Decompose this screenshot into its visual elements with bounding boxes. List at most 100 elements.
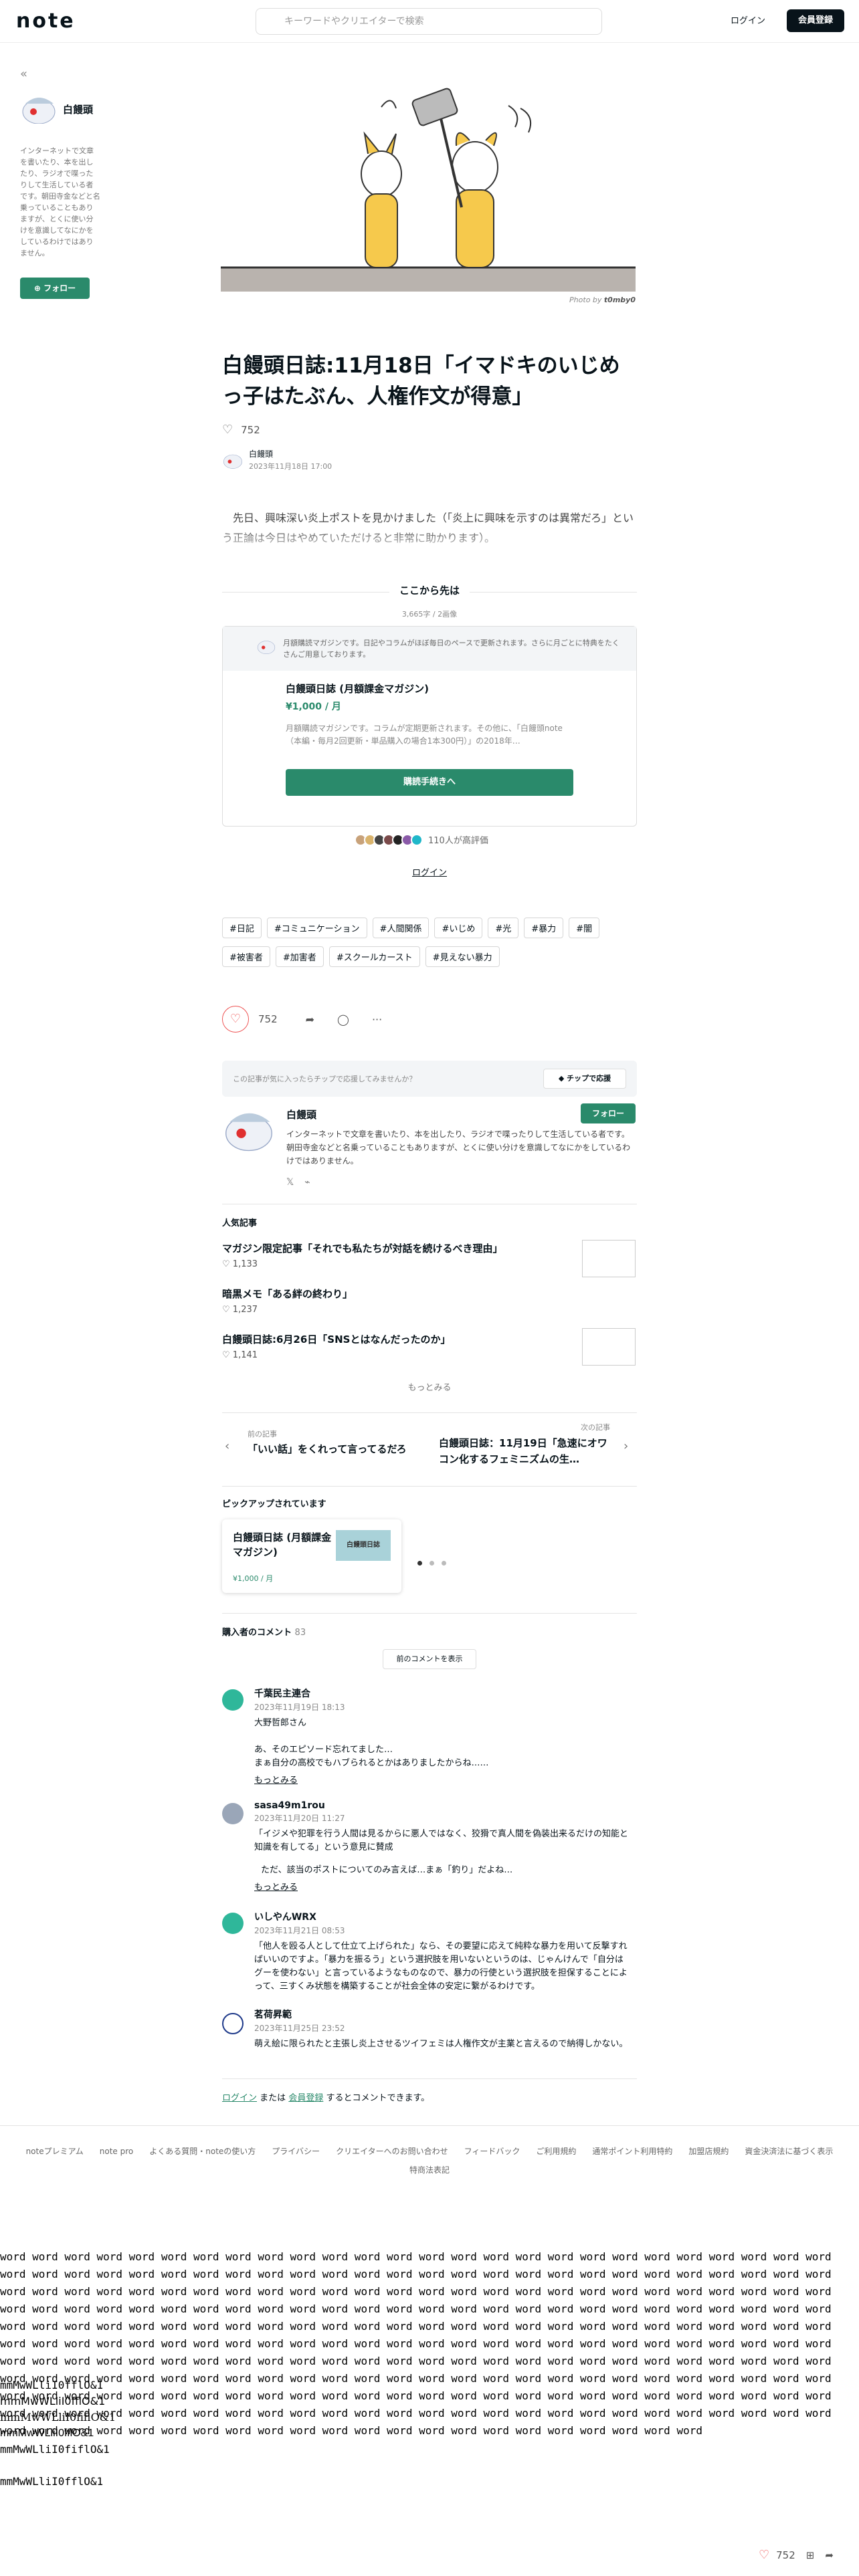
hero-image xyxy=(221,67,636,292)
tag[interactable]: #スクールカースト xyxy=(328,946,420,967)
collapse-sidebar-icon[interactable]: « xyxy=(20,67,100,81)
action-like-count: 752 xyxy=(258,1013,278,1025)
carousel-dots[interactable] xyxy=(417,1555,447,1568)
login-link[interactable]: ログイン xyxy=(731,13,765,26)
tag[interactable]: #光 xyxy=(488,918,519,938)
rss-icon[interactable]: ⌁ xyxy=(304,1177,310,1188)
search-input[interactable] xyxy=(256,8,602,35)
footer-link[interactable]: よくある質問・noteの使い方 xyxy=(149,2147,256,2156)
footer-link[interactable]: クリエイターへのお問い合わせ xyxy=(336,2147,448,2156)
prev-article[interactable]: 前の記事 「いい話」をくれって言ってるだろ xyxy=(248,1428,428,1456)
footer-link[interactable]: note pro xyxy=(100,2147,133,2156)
tip-button[interactable]: ◆ チップで応援 xyxy=(543,1069,626,1089)
like-button[interactable]: ♡ xyxy=(222,1006,249,1033)
comment-more-link[interactable]: もっとみる xyxy=(254,1773,629,1786)
comment-date: 2023年11月20日 11:27 xyxy=(254,1814,345,1823)
profile-avatar[interactable] xyxy=(222,1105,276,1154)
tag[interactable]: #人間関係 xyxy=(372,918,430,938)
sidebar-author-name[interactable]: 白饅頭 xyxy=(63,102,93,116)
photo-credit-name[interactable]: t0mby0 xyxy=(604,296,636,304)
pickup-card[interactable]: 白饅頭日誌 (月額課金マガジン) ¥1,000 / 月 白饅頭日誌 xyxy=(222,1519,401,1593)
footer-links: noteプレミアム note pro よくある質問・noteの使い方 プライバシー クリ… xyxy=(0,2144,859,2157)
buy-button[interactable]: 購読手続きへ xyxy=(286,769,573,796)
carousel-dot[interactable] xyxy=(442,1561,447,1566)
share-icon[interactable]: ➦ xyxy=(306,1013,314,1026)
tip-button-label: チップで応援 xyxy=(567,1074,611,1083)
comment-login-link[interactable]: ログイン xyxy=(222,2093,257,2103)
commenter-avatar[interactable] xyxy=(222,2013,244,2034)
share-icon[interactable]: ➦ xyxy=(825,2549,834,2561)
popular-item-thumbnail[interactable] xyxy=(582,1328,636,1366)
comment-body: 「イジメや犯罪を行う人間は見るからに悪人ではなく、狡猾で真人間を偽装出来るだけの… xyxy=(254,1829,629,1852)
footer-link[interactable]: 加盟店規約 xyxy=(688,2147,729,2156)
paywall-login-link[interactable]: ログイン xyxy=(409,865,450,878)
popular-item-thumbnail[interactable] xyxy=(582,1240,636,1277)
footer-link[interactable]: プライバシー xyxy=(272,2147,320,2156)
comment-more-link[interactable]: もっとみる xyxy=(254,1880,629,1893)
footer-link[interactable]: 特商法表記 xyxy=(409,2165,450,2175)
comment-login-prompt: ログイン または 会員登録 するとコメントできます。 xyxy=(222,2090,430,2103)
tag[interactable]: #加害者 xyxy=(275,946,324,967)
commenter-avatar[interactable] xyxy=(222,1913,244,1934)
popular-more[interactable]: もっとみる xyxy=(396,1380,463,1393)
carousel-dot[interactable] xyxy=(430,1561,435,1566)
next-title: 白饅頭日誌：11月19日「急速にオワコン化するフェミニズムの生… xyxy=(439,1437,607,1465)
footer-link[interactable]: 通常ポイント利用特約 xyxy=(592,2147,672,2156)
commenter-name[interactable]: いしやんWRX xyxy=(254,1910,632,1923)
comment-signup-link[interactable]: 会員登録 xyxy=(288,2093,323,2103)
supporters[interactable]: 110人が高評価 xyxy=(355,833,488,846)
byline-author[interactable]: 白饅頭 xyxy=(249,448,332,459)
photo-credit: Photo by t0mby0 xyxy=(555,296,636,304)
prev-comments-button[interactable]: 前のコメントを表示 xyxy=(383,1649,476,1669)
more-icon[interactable]: ··· xyxy=(372,1013,382,1026)
footer-link[interactable]: ご利用規約 xyxy=(536,2147,576,2156)
title-likes[interactable]: ♡ 752 xyxy=(222,423,260,437)
commenter-avatar[interactable] xyxy=(222,1803,244,1824)
tag[interactable]: #いじめ xyxy=(434,918,483,938)
comment-icon[interactable]: ◯ xyxy=(337,1013,349,1026)
commenter-name[interactable]: 茗荷昇範 xyxy=(254,2008,629,2021)
action-bar: ♡ 752 ➦ ◯ ··· xyxy=(222,1006,382,1033)
footer-link[interactable]: フィードバック xyxy=(464,2147,520,2156)
tag[interactable]: #闇 xyxy=(569,918,600,938)
popular-item[interactable]: 白饅頭日誌:6月26日「SNSとはなんだったのか」 ♡ 1,141 xyxy=(222,1332,543,1360)
floating-like-count: 752 xyxy=(776,2549,795,2561)
next-article[interactable]: 次の記事 白饅頭日誌：11月19日「急速にオワコン化するフェミニズムの生… xyxy=(439,1422,610,1467)
tag[interactable]: #コミュニケーション xyxy=(266,918,367,938)
magazine-title[interactable]: 白饅頭日誌 (月額課金マガジン) xyxy=(286,681,573,695)
author-avatar[interactable] xyxy=(222,451,244,469)
avatar[interactable] xyxy=(20,94,58,124)
footer-link[interactable]: 資金決済法に基づく表示 xyxy=(745,2147,833,2156)
chevron-left-icon[interactable]: ‹ xyxy=(225,1439,229,1453)
signup-button[interactable]: 会員登録 xyxy=(787,9,844,32)
pickup-price: ¥1,000 / 月 xyxy=(233,1574,274,1583)
profile-follow-button[interactable]: フォロー xyxy=(581,1103,636,1123)
profile-name[interactable]: 白饅頭 xyxy=(286,1107,316,1121)
chevron-right-icon[interactable]: › xyxy=(624,1439,628,1453)
tag[interactable]: #日記 xyxy=(222,918,262,938)
tag[interactable]: #見えない暴力 xyxy=(425,946,500,967)
magazine-add-icon[interactable]: ⊞ xyxy=(806,2549,815,2561)
tip-prompt: この記事が気に入ったらチップで応援してみませんか？ xyxy=(233,1075,417,1083)
comment: 茗荷昇範 2023年11月25日 23:52 萌え絵に限られたと主張し炎上させる… xyxy=(254,2008,629,2051)
commenter-avatar[interactable] xyxy=(222,1689,244,1711)
popular-item[interactable]: 暗黒メモ「ある絆の終わり」 ♡ 1,237 xyxy=(222,1287,543,1315)
sidebar-follow-button[interactable]: ⊕ フォロー xyxy=(20,278,90,299)
footer-link[interactable]: noteプレミアム xyxy=(26,2147,84,2156)
comment: 千葉民主連合 2023年11月19日 18:13 大野哲郎さん あ、そのエピソー… xyxy=(254,1687,629,1786)
x-icon[interactable]: 𝕏 xyxy=(286,1177,294,1188)
tag[interactable]: #暴力 xyxy=(524,918,564,938)
filler-line: mmMwWLliI0fflO&1 xyxy=(0,2379,104,2391)
commenter-name[interactable]: 千葉民主連合 xyxy=(254,1687,629,1700)
note-logo[interactable]: note xyxy=(16,9,76,33)
heart-icon[interactable]: ♡ xyxy=(759,2548,769,2562)
filler-line: mmMwWLliI0fiflO&1 xyxy=(0,2411,116,2424)
supporters-label: 110人が高評価 xyxy=(428,836,488,846)
magazine-description: 月額購読マガジンです。コラムが定期更新されます。その他に、「白饅頭note（本編… xyxy=(286,724,563,746)
popular-item[interactable]: マガジン限定記事「それでも私たちが対話を続けるべき理由」 ♡ 1,133 xyxy=(222,1241,543,1269)
commenter-name[interactable]: sasa49m1rou xyxy=(254,1800,629,1811)
tag[interactable]: #被害者 xyxy=(222,946,270,967)
carousel-dot[interactable] xyxy=(417,1561,422,1566)
next-label: 次の記事 xyxy=(581,1423,610,1432)
popular-item-likes: 1,141 xyxy=(232,1350,258,1360)
